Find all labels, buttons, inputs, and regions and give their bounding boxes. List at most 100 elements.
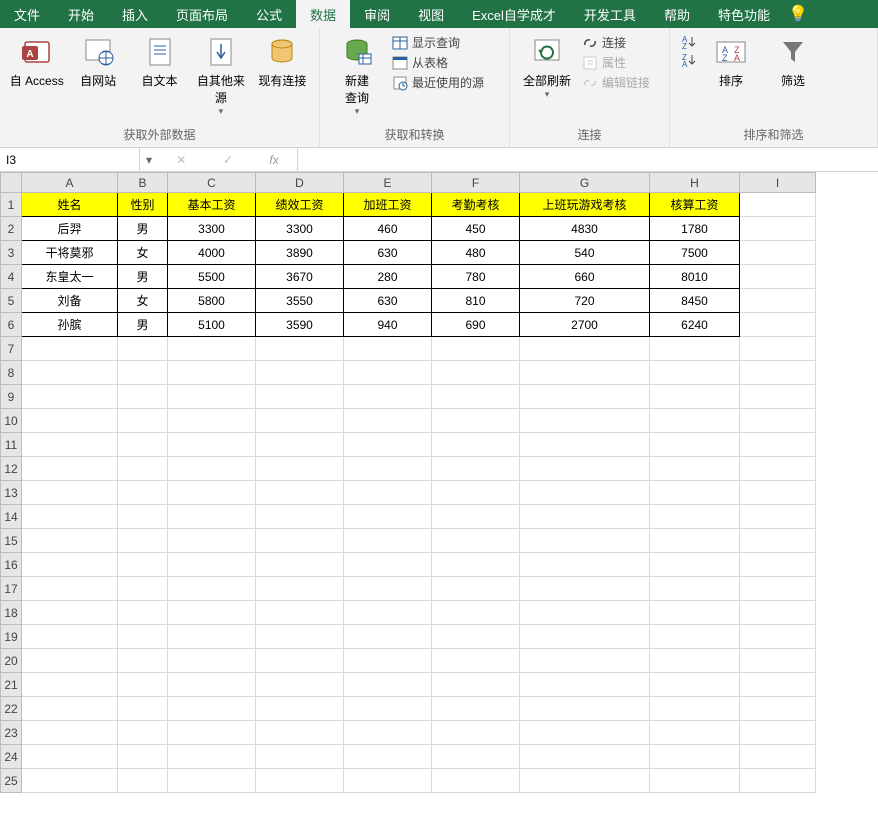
cell-G9[interactable] [520, 385, 650, 409]
cell-F14[interactable] [432, 505, 520, 529]
properties-button[interactable]: 属性 [582, 54, 650, 71]
cell-D4[interactable]: 3670 [256, 265, 344, 289]
refresh-all-button[interactable]: 全部刷新 ▾ [516, 32, 578, 104]
cell-A17[interactable] [22, 577, 118, 601]
cell-C11[interactable] [168, 433, 256, 457]
cell-I14[interactable] [740, 505, 816, 529]
cell-H4[interactable]: 8010 [650, 265, 740, 289]
cell-H14[interactable] [650, 505, 740, 529]
cell-D22[interactable] [256, 697, 344, 721]
cell-H23[interactable] [650, 721, 740, 745]
cell-F23[interactable] [432, 721, 520, 745]
cell-F22[interactable] [432, 697, 520, 721]
column-header-B[interactable]: B [118, 173, 168, 193]
cell-C7[interactable] [168, 337, 256, 361]
cell-F21[interactable] [432, 673, 520, 697]
cell-I21[interactable] [740, 673, 816, 697]
cell-H22[interactable] [650, 697, 740, 721]
name-box[interactable] [0, 148, 140, 171]
cell-C1[interactable]: 基本工资 [168, 193, 256, 217]
row-header-2[interactable]: 2 [1, 217, 22, 241]
tab-数据[interactable]: 数据 [296, 0, 350, 28]
recent-sources-button[interactable]: 最近使用的源 [392, 74, 484, 91]
row-header-25[interactable]: 25 [1, 769, 22, 793]
cell-B4[interactable]: 男 [118, 265, 168, 289]
row-header-19[interactable]: 19 [1, 625, 22, 649]
cell-E8[interactable] [344, 361, 432, 385]
cell-C5[interactable]: 5800 [168, 289, 256, 313]
cell-F20[interactable] [432, 649, 520, 673]
cell-A13[interactable] [22, 481, 118, 505]
cell-D3[interactable]: 3890 [256, 241, 344, 265]
column-header-D[interactable]: D [256, 173, 344, 193]
row-header-24[interactable]: 24 [1, 745, 22, 769]
row-header-12[interactable]: 12 [1, 457, 22, 481]
cell-E1[interactable]: 加班工资 [344, 193, 432, 217]
cell-C21[interactable] [168, 673, 256, 697]
cell-G18[interactable] [520, 601, 650, 625]
cell-B24[interactable] [118, 745, 168, 769]
cell-I5[interactable] [740, 289, 816, 313]
from-table-button[interactable]: 从表格 [392, 54, 484, 71]
row-header-4[interactable]: 4 [1, 265, 22, 289]
cell-B12[interactable] [118, 457, 168, 481]
show-queries-button[interactable]: 显示查询 [392, 34, 484, 51]
cell-I2[interactable] [740, 217, 816, 241]
cell-G20[interactable] [520, 649, 650, 673]
cell-G14[interactable] [520, 505, 650, 529]
cell-H21[interactable] [650, 673, 740, 697]
cell-C3[interactable]: 4000 [168, 241, 256, 265]
cell-A15[interactable] [22, 529, 118, 553]
cell-C8[interactable] [168, 361, 256, 385]
cell-B14[interactable] [118, 505, 168, 529]
cell-E9[interactable] [344, 385, 432, 409]
cell-C19[interactable] [168, 625, 256, 649]
cell-F25[interactable] [432, 769, 520, 793]
cell-H11[interactable] [650, 433, 740, 457]
cell-A10[interactable] [22, 409, 118, 433]
cell-D25[interactable] [256, 769, 344, 793]
cell-G5[interactable]: 720 [520, 289, 650, 313]
cell-A11[interactable] [22, 433, 118, 457]
tab-开始[interactable]: 开始 [54, 0, 108, 28]
cell-D7[interactable] [256, 337, 344, 361]
cell-F15[interactable] [432, 529, 520, 553]
cell-G12[interactable] [520, 457, 650, 481]
connections-button[interactable]: 连接 [582, 34, 650, 51]
cell-G11[interactable] [520, 433, 650, 457]
cell-H7[interactable] [650, 337, 740, 361]
cell-H18[interactable] [650, 601, 740, 625]
row-header-9[interactable]: 9 [1, 385, 22, 409]
cell-A4[interactable]: 东皇太一 [22, 265, 118, 289]
cell-G16[interactable] [520, 553, 650, 577]
tab-文件[interactable]: 文件 [0, 0, 54, 28]
cell-I1[interactable] [740, 193, 816, 217]
cell-F18[interactable] [432, 601, 520, 625]
cell-H24[interactable] [650, 745, 740, 769]
cell-F1[interactable]: 考勤考核 [432, 193, 520, 217]
cell-D1[interactable]: 绩效工资 [256, 193, 344, 217]
cancel-icon[interactable]: ✕ [176, 153, 186, 167]
cell-B25[interactable] [118, 769, 168, 793]
cell-B21[interactable] [118, 673, 168, 697]
cell-B9[interactable] [118, 385, 168, 409]
cell-D18[interactable] [256, 601, 344, 625]
cell-E3[interactable]: 630 [344, 241, 432, 265]
cell-D20[interactable] [256, 649, 344, 673]
cell-C4[interactable]: 5500 [168, 265, 256, 289]
tab-插入[interactable]: 插入 [108, 0, 162, 28]
tab-页面布局[interactable]: 页面布局 [162, 0, 242, 28]
cell-A12[interactable] [22, 457, 118, 481]
cell-B10[interactable] [118, 409, 168, 433]
cell-I20[interactable] [740, 649, 816, 673]
cell-F6[interactable]: 690 [432, 313, 520, 337]
row-header-1[interactable]: 1 [1, 193, 22, 217]
cell-D21[interactable] [256, 673, 344, 697]
row-header-16[interactable]: 16 [1, 553, 22, 577]
cell-D10[interactable] [256, 409, 344, 433]
sort-button[interactable]: AZZA 排序 [700, 32, 762, 93]
cell-E23[interactable] [344, 721, 432, 745]
cell-I18[interactable] [740, 601, 816, 625]
cell-F24[interactable] [432, 745, 520, 769]
cell-I13[interactable] [740, 481, 816, 505]
